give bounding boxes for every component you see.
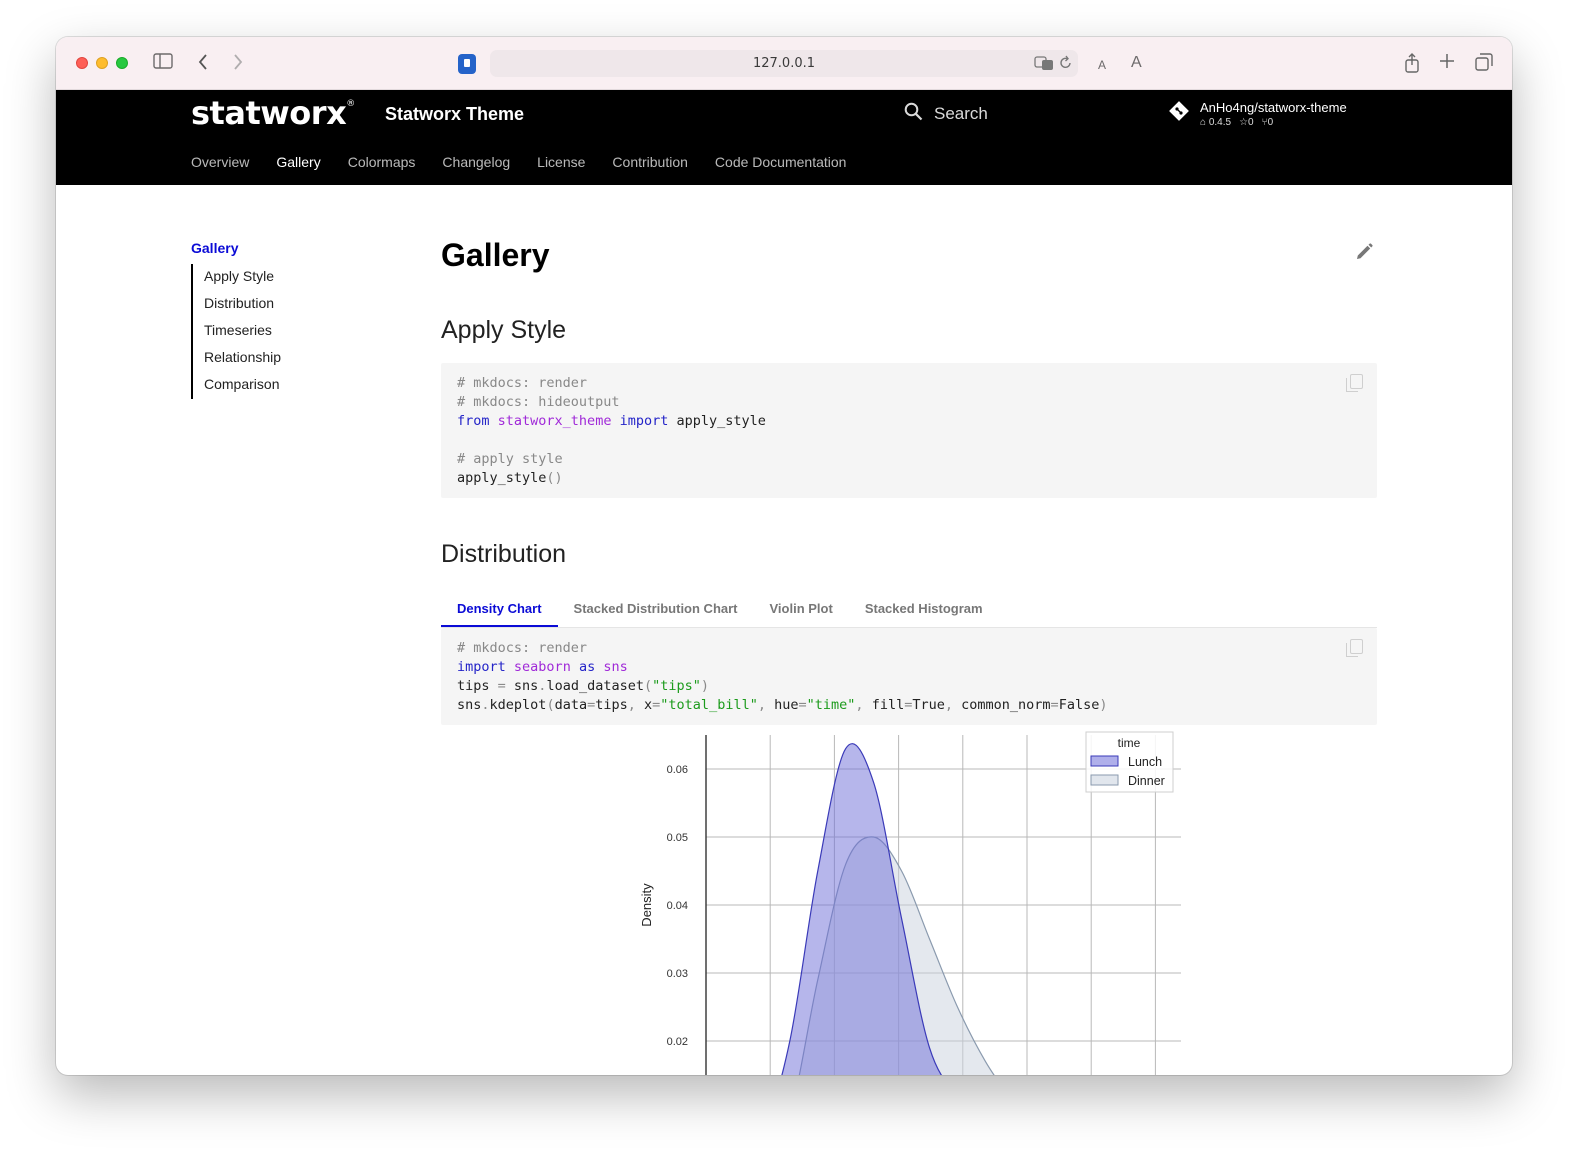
translate-icon[interactable] [1034, 55, 1054, 75]
site-title: Statworx Theme [385, 104, 525, 124]
privacy-shield-icon[interactable] [458, 54, 476, 74]
text-smaller-icon[interactable]: A [1098, 55, 1106, 75]
section-heading-distribution: Distribution [441, 540, 567, 568]
zoom-window-button[interactable] [116, 57, 128, 69]
section-heading-apply-style: Apply Style [441, 316, 567, 344]
code-line: # mkdocs: render [457, 375, 588, 391]
new-tab-icon[interactable] [1439, 53, 1455, 73]
code-block-apply-style: # mkdocs: render # mkdocs: hideoutput fr… [441, 363, 1377, 498]
distribution-tabs: Density Chart Stacked Distribution Chart… [441, 591, 1377, 628]
toc-title[interactable]: Gallery [191, 240, 281, 256]
code-line: # mkdocs: render [457, 640, 588, 656]
git-icon [1168, 100, 1190, 128]
density-chart: 0.010.020.030.040.050.06DensitytimeLunch… [441, 725, 1377, 1075]
copy-icon[interactable] [1346, 639, 1363, 657]
tab-violin-plot[interactable]: Violin Plot [754, 591, 849, 627]
y-axis-label: Density [639, 883, 654, 927]
browser-window: 127.0.0.1 A A statworx® Statworx Theme S… [56, 37, 1512, 1075]
copy-icon[interactable] [1346, 374, 1363, 392]
code-line: # apply style [457, 451, 563, 467]
density-chart-svg: 0.010.020.030.040.050.06DensitytimeLunch… [639, 731, 1181, 1075]
site-header: statworx® Statworx Theme Search AnHo4ng/… [56, 90, 1512, 185]
sidebar-icon[interactable] [153, 53, 173, 73]
y-tick-label: 0.04 [667, 900, 688, 912]
legend-label: Dinner [1128, 774, 1165, 788]
toc-item-comparison[interactable]: Comparison [204, 372, 281, 399]
legend-swatch [1090, 774, 1119, 786]
edit-page-icon[interactable] [1354, 242, 1374, 268]
search-icon [904, 102, 923, 126]
page-title: Gallery [441, 237, 550, 273]
tab-density-chart[interactable]: Density Chart [441, 591, 558, 627]
tab-colormaps[interactable]: Colormaps [348, 154, 416, 170]
toc-item-relationship[interactable]: Relationship [204, 345, 281, 372]
y-tick-label: 0.03 [667, 968, 688, 980]
tab-overview[interactable]: Overview [191, 154, 249, 170]
tab-stacked-histogram[interactable]: Stacked Histogram [849, 591, 999, 627]
code-block-density-chart: # mkdocs: render import seaborn as sns t… [441, 628, 1377, 725]
density-area-dinner [799, 836, 994, 1075]
search-placeholder: Search [934, 104, 988, 123]
tab-license[interactable]: License [537, 154, 585, 170]
repo-stars: ☆0 [1239, 117, 1254, 128]
legend-swatch [1090, 755, 1119, 767]
tag-icon: ⌂ [1200, 117, 1207, 128]
legend-label: Lunch [1128, 755, 1162, 769]
star-icon: ☆ [1239, 117, 1249, 128]
toc-item-distribution[interactable]: Distribution [204, 291, 281, 318]
repo-facts: ⌂ 0.4.5 ☆0 ⑂0 [1200, 117, 1347, 128]
legend-title: time [1118, 736, 1141, 750]
back-icon[interactable] [197, 53, 209, 75]
code-line: # mkdocs: hideoutput [457, 394, 620, 410]
forward-icon[interactable] [232, 53, 244, 75]
tab-contribution[interactable]: Contribution [612, 154, 688, 170]
repo-version: ⌂ 0.4.5 [1200, 117, 1232, 128]
y-tick-label: 0.06 [667, 764, 688, 776]
table-of-contents: Gallery Apply Style Distribution Timeser… [191, 240, 281, 399]
url-text: 127.0.0.1 [752, 56, 816, 71]
y-tick-label: 0.05 [667, 832, 688, 844]
browser-toolbar: 127.0.0.1 A A [56, 37, 1512, 90]
main-content: Gallery Apply Style # mkdocs: render # m… [441, 232, 1377, 1075]
repo-forks: ⑂0 [1261, 117, 1274, 128]
address-bar[interactable]: 127.0.0.1 [490, 50, 1078, 77]
text-larger-icon[interactable]: A [1131, 53, 1142, 73]
reload-icon[interactable] [1059, 55, 1073, 75]
y-tick-label: 0.02 [667, 1036, 688, 1048]
minimize-window-button[interactable] [96, 57, 108, 69]
header-tabs: Overview Gallery Colormaps Changelog Lic… [191, 154, 846, 170]
toc-list: Apply Style Distribution Timeseries Rela… [191, 264, 281, 399]
tabs-overview-icon[interactable] [1475, 53, 1493, 75]
share-icon[interactable] [1404, 53, 1420, 77]
close-window-button[interactable] [76, 57, 88, 69]
tab-stacked-distribution-chart[interactable]: Stacked Distribution Chart [558, 591, 754, 627]
repo-name: AnHo4ng/statworx-theme [1200, 100, 1347, 115]
tab-code-documentation[interactable]: Code Documentation [715, 154, 847, 170]
site-logo[interactable]: statworx® [191, 94, 355, 132]
tab-gallery[interactable]: Gallery [276, 154, 320, 170]
repo-link[interactable]: AnHo4ng/statworx-theme ⌂ 0.4.5 ☆0 ⑂0 [1168, 100, 1347, 128]
toc-item-apply-style[interactable]: Apply Style [204, 264, 281, 291]
toc-item-timeseries[interactable]: Timeseries [204, 318, 281, 345]
search-button[interactable]: Search [904, 102, 988, 126]
tab-changelog[interactable]: Changelog [442, 154, 510, 170]
